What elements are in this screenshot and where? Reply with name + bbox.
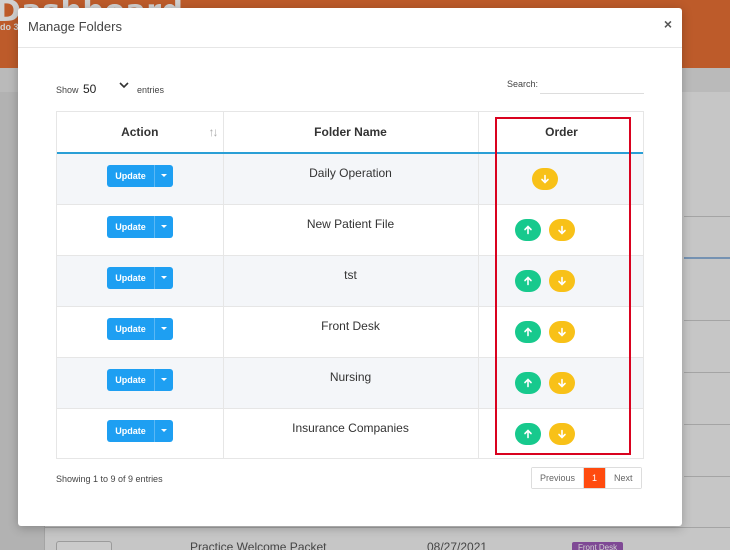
folder-name-cell: tst	[223, 254, 479, 306]
column-header-order[interactable]: Order	[478, 112, 643, 154]
pagination-previous[interactable]: Previous	[532, 468, 585, 488]
table-row: Update Insurance Companies	[57, 407, 644, 458]
order-controls	[479, 422, 644, 447]
folder-name-cell: New Patient File	[223, 203, 479, 255]
show-label: Show	[56, 85, 79, 95]
update-dropdown-toggle[interactable]	[154, 215, 173, 238]
arrow-up-icon[interactable]	[514, 269, 541, 292]
order-cell	[478, 356, 644, 408]
arrow-down-icon[interactable]	[548, 218, 575, 241]
action-cell: Update	[57, 152, 224, 204]
update-dropdown-toggle[interactable]	[154, 368, 173, 391]
update-button[interactable]: Update	[107, 165, 154, 187]
table-row: Update New Patient File	[57, 203, 644, 255]
order-cell	[478, 152, 644, 204]
action-cell: Update	[57, 254, 224, 306]
folder-name-cell: Nursing	[223, 356, 479, 408]
caret-down-icon	[161, 428, 167, 432]
table-row: Update Front Desk	[57, 305, 644, 357]
search-label: Search:	[507, 79, 539, 89]
update-button-group: Update	[107, 266, 173, 289]
table-row: Update tst	[57, 254, 644, 306]
chevron-down-icon	[119, 80, 129, 93]
table-info: Showing 1 to 9 of 9 entries	[56, 474, 163, 484]
order-controls	[479, 168, 644, 192]
column-header-label: Folder Name	[314, 125, 387, 139]
order-controls	[479, 269, 644, 294]
update-dropdown-toggle[interactable]	[154, 165, 173, 187]
caret-down-icon	[161, 174, 167, 177]
table-row: Update Nursing	[57, 356, 644, 408]
folder-name: Nursing	[329, 369, 372, 384]
update-button-group: Update	[107, 215, 173, 238]
arrow-down-icon[interactable]	[548, 269, 575, 292]
order-cell	[478, 203, 644, 255]
folder-name-cell: Insurance Companies	[223, 407, 479, 458]
action-cell: Update	[57, 203, 224, 255]
order-cell	[478, 407, 644, 458]
entries-select[interactable]: 50	[83, 80, 135, 98]
update-button[interactable]: Update	[107, 215, 154, 238]
order-controls	[479, 320, 644, 345]
update-dropdown-toggle[interactable]	[154, 266, 173, 289]
folder-name: tst	[344, 267, 357, 282]
manage-folders-modal: Manage Folders × Show 50 entries Search:…	[18, 8, 682, 526]
action-cell: Update	[57, 356, 224, 408]
update-button[interactable]: Update	[107, 419, 154, 442]
column-header-label: Action	[121, 125, 159, 139]
update-button[interactable]: Update	[107, 317, 154, 340]
update-dropdown-toggle[interactable]	[154, 317, 173, 340]
modal-header: Manage Folders ×	[18, 8, 682, 48]
column-header-action[interactable]: Action ↑↓	[57, 112, 224, 154]
update-button-group: Update	[107, 165, 173, 187]
folder-name: Insurance Companies	[292, 420, 409, 435]
arrow-up-icon[interactable]	[514, 218, 541, 241]
update-button[interactable]: Update	[107, 368, 154, 391]
update-button-group: Update	[107, 317, 173, 340]
order-controls	[479, 218, 644, 243]
arrow-up-icon[interactable]	[514, 320, 541, 343]
order-cell	[478, 254, 644, 306]
caret-down-icon	[161, 326, 167, 330]
arrow-down-icon[interactable]	[548, 422, 575, 445]
action-cell: Update	[57, 305, 224, 357]
pagination: Previous 1 Next	[531, 467, 642, 489]
entries-select-value: 50	[83, 82, 97, 96]
modal-title: Manage Folders	[28, 19, 122, 34]
arrow-down-icon[interactable]	[548, 371, 575, 394]
folder-name: Daily Operation	[309, 166, 392, 180]
update-button-group: Update	[107, 419, 173, 442]
order-cell	[478, 305, 644, 357]
column-header-label: Order	[545, 125, 578, 139]
pagination-next[interactable]: Next	[605, 468, 641, 488]
order-controls	[479, 371, 644, 396]
entries-label: entries	[137, 85, 165, 95]
close-icon[interactable]: ×	[664, 16, 672, 32]
folders-table: Action ↑↓ Folder Name Order Update Daily …	[56, 111, 644, 459]
action-cell: Update	[57, 407, 224, 458]
table-row: Update Daily Operation	[57, 152, 644, 204]
column-header-folder-name[interactable]: Folder Name	[223, 112, 479, 154]
arrow-down-icon[interactable]	[548, 320, 575, 343]
folder-name-cell: Daily Operation	[223, 152, 479, 204]
caret-down-icon	[161, 224, 167, 228]
folder-name: New Patient File	[306, 216, 395, 231]
update-button[interactable]: Update	[107, 266, 154, 289]
arrow-up-icon[interactable]	[514, 422, 541, 445]
folder-name: Front Desk	[321, 318, 380, 333]
arrow-up-icon[interactable]	[514, 371, 541, 394]
update-button-group: Update	[107, 368, 173, 391]
update-dropdown-toggle[interactable]	[154, 419, 173, 442]
folder-name-cell: Front Desk	[223, 305, 479, 357]
caret-down-icon	[161, 377, 167, 381]
search-input[interactable]	[540, 76, 644, 94]
pagination-page-1[interactable]: 1	[584, 468, 606, 488]
sort-arrows-icon[interactable]: ↑↓	[209, 125, 219, 139]
arrow-down-icon[interactable]	[531, 168, 558, 190]
caret-down-icon	[161, 275, 167, 279]
